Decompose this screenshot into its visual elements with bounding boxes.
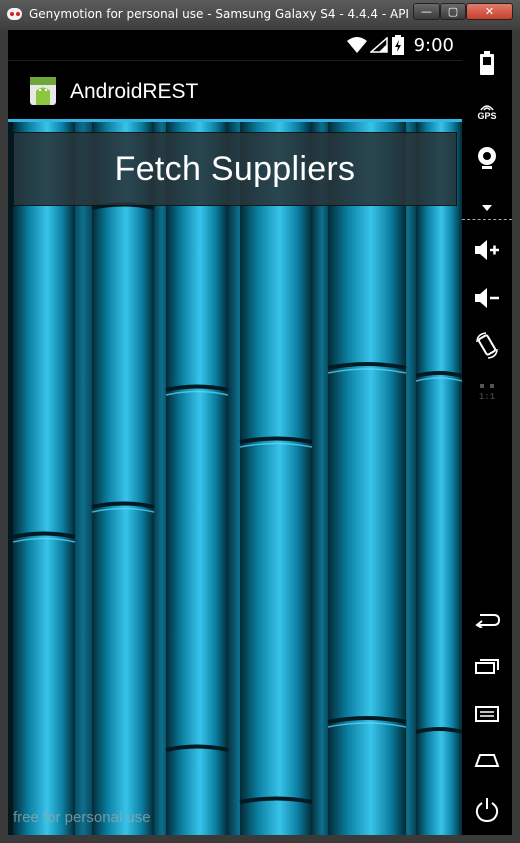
status-time: 9:00	[413, 35, 454, 56]
power-icon	[475, 798, 499, 823]
back-button[interactable]	[462, 608, 512, 632]
action-bar: AndroidREST	[8, 60, 462, 121]
genymotion-logo-icon	[7, 8, 22, 20]
battery-icon	[480, 51, 494, 75]
power-button[interactable]	[462, 796, 512, 824]
wifi-icon	[347, 37, 367, 53]
bamboo-background-image	[8, 122, 462, 835]
gps-icon	[480, 104, 494, 110]
emulator-side-panel: GPS 1:1	[462, 30, 512, 835]
pixel-ratio-label: 1:1	[478, 392, 496, 402]
side-panel-divider	[462, 219, 512, 221]
window-frame-right	[512, 30, 520, 843]
home-icon	[474, 754, 500, 767]
main-content: Fetch Suppliers free for personal use	[8, 122, 462, 835]
window-title: Genymotion for personal use - Samsung Ga…	[29, 7, 409, 21]
volume-up-icon	[475, 240, 499, 260]
gps-label: GPS	[477, 110, 497, 121]
rotate-screen-button[interactable]	[462, 330, 512, 362]
volume-down-icon	[475, 288, 499, 308]
personal-use-watermark: free for personal use	[13, 809, 151, 826]
menu-icon	[475, 706, 499, 722]
back-icon	[475, 614, 500, 628]
minimize-button[interactable]: —	[413, 3, 440, 20]
android-status-bar: 9:00	[8, 30, 462, 60]
pixel-ratio-button: 1:1	[462, 378, 512, 408]
menu-button[interactable]	[462, 702, 512, 726]
recent-apps-icon	[475, 659, 499, 674]
window-title-bar: Genymotion for personal use - Samsung Ga…	[0, 0, 520, 31]
device-screen[interactable]: 9:00 AndroidREST Fetch Suppliers free fo…	[8, 30, 462, 835]
recent-apps-button[interactable]	[462, 654, 512, 678]
rotate-icon	[476, 332, 498, 359]
pixel-ratio-icon	[480, 384, 494, 388]
app-title: AndroidREST	[70, 80, 199, 103]
volume-up-button[interactable]	[462, 236, 512, 264]
volume-down-button[interactable]	[462, 284, 512, 312]
android-app-icon	[30, 77, 56, 105]
home-button[interactable]	[462, 748, 512, 772]
battery-widget-button[interactable]	[462, 48, 512, 78]
fetch-suppliers-button[interactable]: Fetch Suppliers	[13, 132, 457, 206]
webcam-widget-button[interactable]	[462, 142, 512, 174]
window-frame-bottom	[0, 835, 520, 843]
battery-icon	[392, 35, 404, 55]
webcam-icon	[478, 147, 496, 169]
maximize-button[interactable]: ▢	[440, 3, 466, 20]
close-button[interactable]: ✕	[466, 3, 513, 20]
window-frame-left	[0, 30, 8, 843]
signal-icon	[370, 37, 388, 53]
gps-widget-button[interactable]: GPS	[462, 96, 512, 126]
expand-icon	[482, 205, 492, 211]
expand-panel-button[interactable]	[462, 202, 512, 214]
